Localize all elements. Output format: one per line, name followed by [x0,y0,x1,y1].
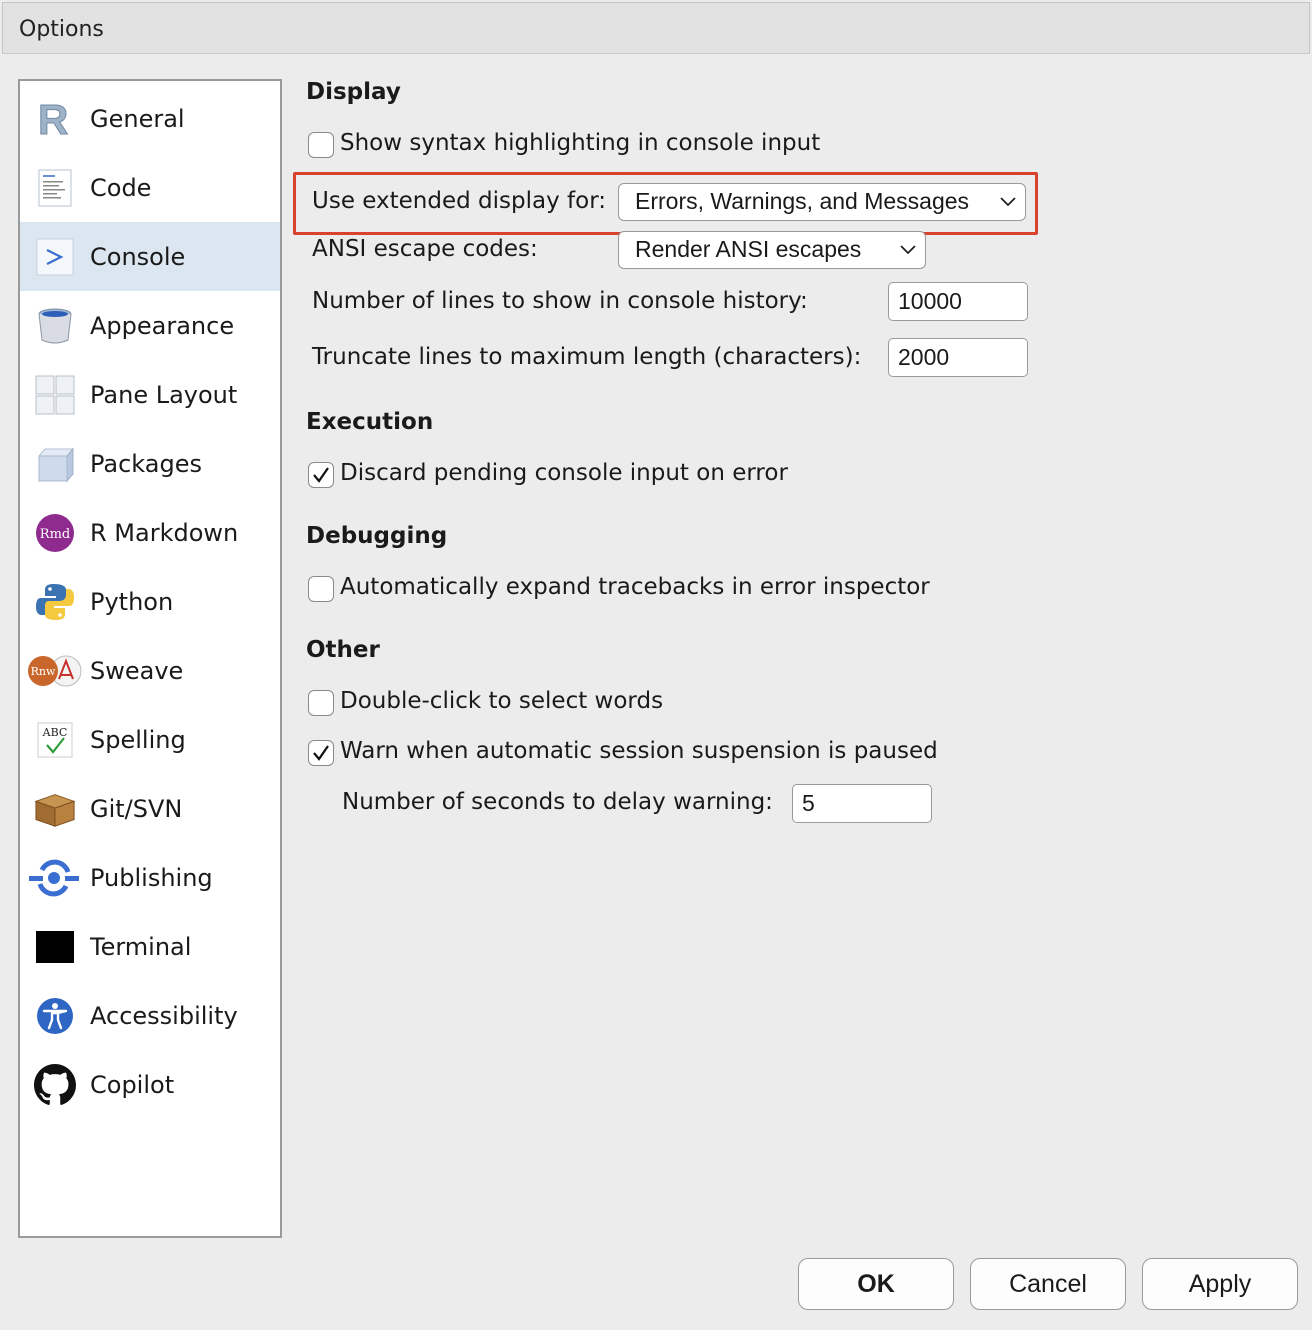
delay-warning-label: Number of seconds to delay warning: [342,789,773,815]
discard-input-checkbox[interactable] [308,462,334,488]
warn-suspension-checkbox[interactable] [308,740,334,766]
python-icon [34,581,76,623]
svg-text:R: R [38,99,68,139]
paint-bucket-icon [34,305,76,347]
truncate-label: Truncate lines to maximum length (charac… [312,344,862,370]
sidebar-item-label: Python [90,588,174,616]
double-click-checkbox[interactable] [308,690,334,716]
delay-warning-input[interactable]: 5 [792,784,932,823]
apply-button[interactable]: Apply [1142,1258,1298,1310]
section-title-debugging: Debugging [306,523,448,549]
sidebar-item-label: Copilot [90,1071,175,1099]
syntax-highlight-label: Show syntax highlighting in console inpu… [340,130,821,156]
expand-tracebacks-label: Automatically expand tracebacks in error… [340,574,930,600]
publishing-icon [28,857,80,899]
svg-text:ABC: ABC [42,726,68,739]
sidebar-item-git-svn[interactable]: Git/SVN [20,774,280,843]
warn-suspension-label: Warn when automatic session suspension i… [340,738,938,764]
sidebar-item-label: Git/SVN [90,795,183,823]
extended-display-select[interactable]: Errors, Warnings, and Messages [618,183,1026,221]
section-title-other: Other [306,637,380,663]
ansi-label: ANSI escape codes: [312,236,538,262]
sidebar-item-label: Console [90,243,186,271]
git-box-icon [34,788,76,830]
sidebar-item-code[interactable]: Code [20,153,280,222]
checkmark-icon [313,745,329,761]
expand-tracebacks-checkbox[interactable] [308,576,334,602]
sidebar-item-terminal[interactable]: Terminal [20,912,280,981]
console-prompt-icon [34,236,76,278]
sidebar-item-python[interactable]: Python [20,567,280,636]
sidebar-item-appearance[interactable]: Appearance [20,291,280,360]
sidebar-item-publishing[interactable]: Publishing [20,843,280,912]
chevron-down-icon [1000,197,1016,207]
sidebar-item-pane-layout[interactable]: Pane Layout [20,360,280,429]
section-title-execution: Execution [306,409,434,435]
svg-text:Rmd: Rmd [40,527,70,542]
sidebar-item-spelling[interactable]: ABC Spelling [20,705,280,774]
sidebar-item-label: Terminal [90,933,192,961]
sidebar-item-label: Pane Layout [90,381,238,409]
discard-input-label: Discard pending console input on error [340,460,788,486]
ansi-select[interactable]: Render ANSI escapes [618,231,926,269]
ansi-value: Render ANSI escapes [635,236,862,262]
sidebar-item-console[interactable]: Console [20,222,280,291]
truncate-length-input[interactable]: 2000 [888,338,1028,377]
accessibility-icon [34,995,76,1037]
sidebar-item-label: Sweave [90,657,184,685]
sidebar-item-packages[interactable]: Packages [20,429,280,498]
extended-display-value: Errors, Warnings, and Messages [635,188,970,214]
sidebar-item-general[interactable]: R General [20,84,280,153]
sidebar-item-label: Appearance [90,312,235,340]
checkmark-icon [313,467,329,483]
sidebar-item-label: Accessibility [90,1002,238,1030]
section-title-display: Display [306,79,401,105]
rmd-icon: Rmd [34,512,76,554]
history-lines-input[interactable]: 10000 [888,282,1028,321]
spelling-abc-icon: ABC [34,719,76,761]
sidebar-item-sweave[interactable]: Rnw Sweave [20,636,280,705]
window-title: Options [19,17,104,42]
package-cube-icon [34,443,76,485]
sidebar-item-label: Publishing [90,864,213,892]
chevron-down-icon [900,245,916,255]
code-document-icon [34,167,76,209]
history-label: Number of lines to show in console histo… [312,288,808,314]
github-icon [34,1064,76,1106]
sidebar-item-copilot[interactable]: Copilot [20,1050,280,1119]
syntax-highlight-checkbox[interactable] [308,132,334,158]
sidebar-item-label: Spelling [90,726,186,754]
pane-layout-icon [34,374,76,416]
extended-display-label: Use extended display for: [312,188,606,214]
sidebar-item-accessibility[interactable]: Accessibility [20,981,280,1050]
ok-button[interactable]: OK [798,1258,954,1310]
sweave-icon: Rnw [26,650,82,692]
sidebar-item-label: R Markdown [90,519,239,547]
cancel-button[interactable]: Cancel [970,1258,1126,1310]
sidebar-item-label: Packages [90,450,202,478]
double-click-label: Double-click to select words [340,688,664,714]
sidebar-item-label: General [90,105,185,133]
sidebar-item-r-markdown[interactable]: Rmd R Markdown [20,498,280,567]
title-bar: Options [2,2,1310,54]
r-logo-icon: R [34,98,76,140]
svg-text:Rnw: Rnw [31,665,56,678]
options-sidebar: R General Code Console Appearance Pane L… [18,79,282,1238]
sidebar-item-label: Code [90,174,152,202]
terminal-icon [34,926,76,968]
